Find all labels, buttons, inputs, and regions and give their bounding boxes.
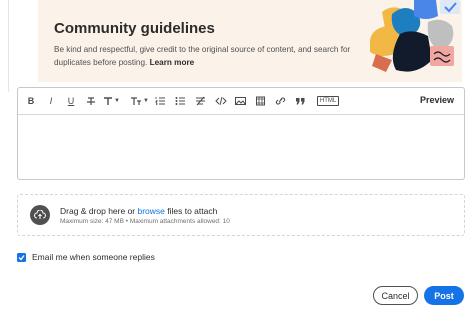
- html-button[interactable]: HTML: [316, 92, 340, 110]
- guidelines-title: Community guidelines: [54, 20, 215, 37]
- bullet-list-icon[interactable]: [173, 92, 189, 110]
- community-illustration: [370, 0, 460, 72]
- attach-text: files to attach: [164, 206, 218, 216]
- browse-link[interactable]: browse: [137, 206, 164, 216]
- underline-button[interactable]: U: [63, 92, 79, 110]
- post-editor: B I U ▼ ▼ HTML Preview: [17, 87, 465, 180]
- drop-instructions: Drag & drop here or browse files to atta…: [60, 206, 217, 216]
- email-notification-row: Email me when someone replies: [17, 252, 155, 262]
- community-guidelines-banner: Community guidelines Be kind and respect…: [38, 0, 462, 82]
- strikethrough-icon[interactable]: [83, 92, 99, 110]
- spoiler-icon[interactable]: [193, 92, 209, 110]
- attachment-dropzone[interactable]: Drag & drop here or browse files to atta…: [17, 194, 465, 236]
- html-label: HTML: [316, 96, 340, 106]
- learn-more-link[interactable]: Learn more: [150, 58, 195, 67]
- guidelines-text: Be kind and respectful, give credit to t…: [54, 43, 374, 69]
- image-icon[interactable]: [233, 92, 249, 110]
- bold-button[interactable]: B: [23, 92, 39, 110]
- code-icon[interactable]: [213, 92, 229, 110]
- numbered-list-icon[interactable]: [153, 92, 169, 110]
- drag-text: Drag & drop here or: [60, 206, 138, 216]
- editor-toolbar: B I U ▼ ▼ HTML Preview: [18, 88, 464, 115]
- guidelines-body: Be kind and respectful, give credit to t…: [54, 45, 351, 67]
- quote-icon[interactable]: [293, 92, 309, 110]
- left-divider: [8, 0, 9, 92]
- upload-icon[interactable]: [30, 205, 50, 225]
- editor-text-area[interactable]: [18, 115, 464, 179]
- link-icon[interactable]: [273, 92, 289, 110]
- attachment-limits: Maximum size: 47 MB • Maximum attachment…: [60, 218, 230, 225]
- italic-button[interactable]: I: [43, 92, 59, 110]
- video-icon[interactable]: [253, 92, 269, 110]
- font-size-dropdown[interactable]: ▼: [130, 92, 149, 110]
- text-format-dropdown[interactable]: ▼: [103, 92, 120, 110]
- email-checkbox[interactable]: [17, 252, 26, 262]
- cancel-button[interactable]: Cancel: [373, 286, 418, 305]
- post-button[interactable]: Post: [424, 286, 464, 305]
- preview-toggle[interactable]: Preview: [420, 95, 454, 105]
- email-checkbox-label: Email me when someone replies: [32, 252, 155, 262]
